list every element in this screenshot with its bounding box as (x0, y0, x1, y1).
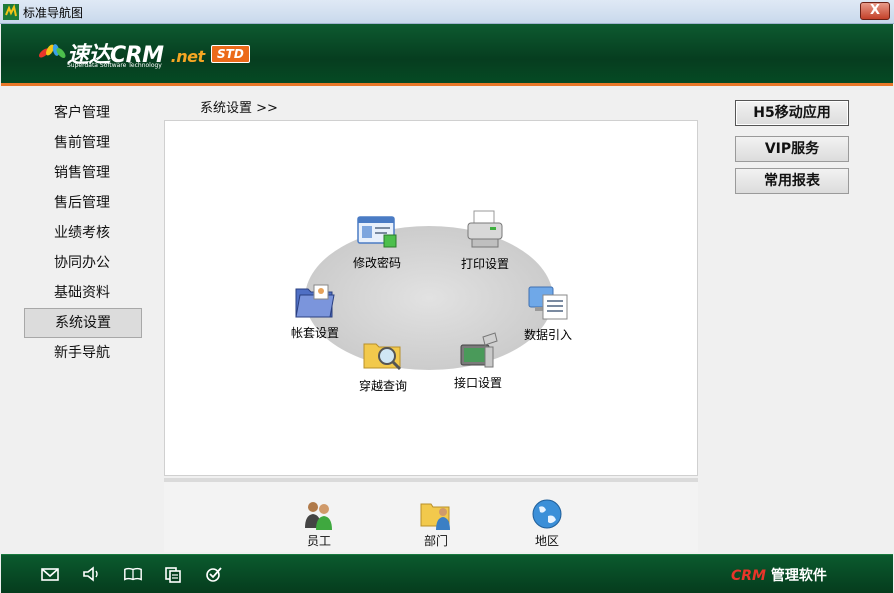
node-cross-query-label: 穿越查询 (358, 379, 407, 393)
logo-net: .net (170, 47, 205, 66)
common-reports-button[interactable]: 常用报表 (735, 168, 849, 194)
folder-user-icon (295, 284, 335, 318)
tools-icon (460, 332, 498, 368)
footer-brand: CRM 管理软件 (731, 565, 827, 585)
footer-brand-text: 管理软件 (766, 568, 827, 584)
node-account-settings[interactable]: 帐套设置 (275, 281, 355, 341)
node-print-settings-label: 打印设置 (460, 257, 509, 271)
footer-bar: CRM 管理软件 (1, 554, 893, 593)
nav-item-beginner-guide[interactable]: 新手导航 (24, 338, 142, 368)
footer-brand-crm: CRM (731, 568, 766, 584)
node-cross-query[interactable]: 穿越查询 (343, 334, 423, 394)
nav-item-customer[interactable]: 客户管理 (24, 98, 142, 128)
node-change-password[interactable]: 修改密码 (337, 211, 417, 271)
header-banner: 速达CRM .net Superdata Software Technology… (1, 24, 893, 86)
speaker-icon[interactable] (81, 565, 101, 583)
left-nav: 客户管理 售前管理 销售管理 售后管理 业绩考核 协同办公 基础资料 系统设置 … (24, 98, 142, 368)
nav-item-collaboration[interactable]: 协同办公 (24, 248, 142, 278)
bottom-panel: 员工 部门 地区 (164, 478, 698, 552)
logo-subtitle: Superdata Software Technology (67, 62, 162, 69)
globe-icon (532, 499, 562, 529)
node-change-password-label: 修改密码 (352, 256, 401, 270)
nav-item-aftersales[interactable]: 售后管理 (24, 188, 142, 218)
folder-people-icon (420, 503, 450, 530)
window-titlebar: 标准导航图 X (0, 0, 894, 24)
node-account-settings-label: 帐套设置 (290, 326, 339, 340)
bottom-region-label: 地区 (534, 534, 559, 548)
main-panel: 修改密码 打印设置 数据引入 接口设置 穿越查询 帐套设置 (164, 120, 698, 476)
vip-service-button[interactable]: VIP服务 (735, 136, 849, 162)
std-badge: STD (211, 45, 250, 63)
bottom-department[interactable]: 部门 (406, 498, 466, 549)
close-button[interactable]: X (860, 2, 890, 20)
logo-mark-icon (39, 44, 66, 58)
nav-item-basic-data[interactable]: 基础资料 (24, 278, 142, 308)
node-interface-settings[interactable]: 接口设置 (438, 331, 518, 391)
bottom-employee[interactable]: 员工 (289, 498, 349, 549)
printer-icon (467, 210, 503, 248)
node-data-import[interactable]: 数据引入 (508, 283, 588, 343)
copy-icon[interactable] (163, 565, 183, 583)
bottom-employee-label: 员工 (306, 534, 331, 548)
book-icon[interactable] (123, 565, 143, 583)
bottom-region[interactable]: 地区 (517, 498, 577, 549)
nav-item-presales[interactable]: 售前管理 (24, 128, 142, 158)
node-interface-settings-label: 接口设置 (453, 376, 502, 390)
node-data-import-label: 数据引入 (523, 328, 572, 342)
employees-icon (305, 502, 332, 530)
h5-mobile-button[interactable]: H5移动应用 (735, 100, 849, 126)
node-print-settings[interactable]: 打印设置 (445, 206, 525, 272)
nav-item-system-settings[interactable]: 系统设置 (24, 308, 142, 338)
folder-search-icon (363, 343, 402, 371)
window-title: 标准导航图 (23, 6, 84, 20)
mail-icon[interactable] (40, 565, 60, 583)
bottom-department-label: 部门 (423, 534, 448, 548)
app-icon (3, 4, 19, 20)
logo: 速达CRM .net Superdata Software Technology… (37, 37, 267, 77)
check-icon[interactable] (204, 565, 224, 583)
nav-item-sales[interactable]: 销售管理 (24, 158, 142, 188)
breadcrumb: 系统设置 >> (200, 101, 278, 116)
id-card-icon (357, 216, 397, 248)
monitor-doc-icon (528, 286, 568, 320)
nav-item-performance[interactable]: 业绩考核 (24, 218, 142, 248)
